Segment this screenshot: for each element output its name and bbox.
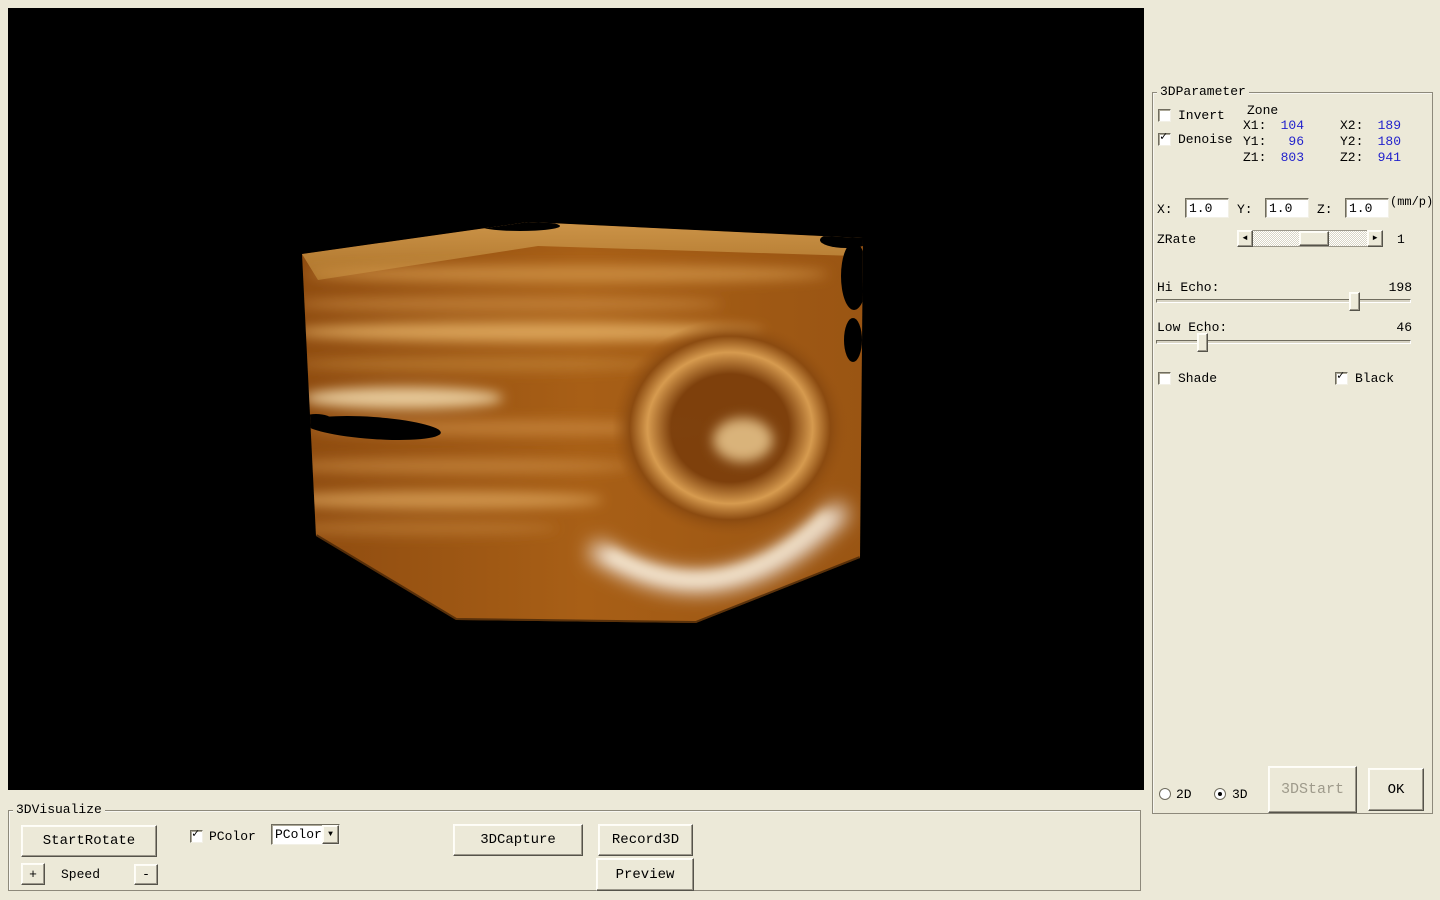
parameter-group-title: 3DParameter [1157,84,1249,99]
invert-label: Invert [1178,108,1225,123]
arrow-right-icon: ► [1373,235,1378,243]
mode-3d-radio[interactable] [1214,788,1226,800]
x-scale-label: X: [1157,202,1173,217]
denoise-label: Denoise [1178,132,1233,147]
mode-2d-radio[interactable] [1159,788,1171,800]
zrate-scrollbar[interactable]: ◄ ► [1237,230,1383,247]
zone-z1-value: 803 [1268,150,1304,165]
mode-2d-label: 2D [1176,787,1192,802]
scale-unit-label: (mm/p) [1390,195,1433,210]
zrate-value: 1 [1397,232,1405,247]
pcolor-checkbox[interactable]: ✓ [190,830,203,843]
hi-echo-slider-track[interactable] [1156,299,1411,303]
start-rotate-button[interactable]: StartRotate [21,825,157,857]
pcolor-checkbox-label: PColor [209,829,256,844]
record-3d-button[interactable]: Record3D [598,824,693,856]
capture-3d-button[interactable]: 3DCapture [453,824,583,856]
zone-x2-label: X2: [1340,118,1363,133]
zrate-scrollbar-thumb[interactable] [1299,231,1329,246]
arrow-left-icon: ◄ [1243,235,1248,243]
y-scale-input[interactable] [1265,198,1309,218]
shade-checkbox[interactable] [1158,372,1171,385]
zrate-scroll-right-button[interactable]: ► [1367,230,1383,247]
zone-y2-value: 180 [1365,134,1401,149]
visualize-groupbox: 3DVisualize StartRotate + Speed - ✓ PCol… [8,810,1141,891]
zrate-scrollbar-track[interactable] [1253,230,1367,247]
invert-checkbox[interactable] [1158,109,1171,122]
pcolor-dropdown-button[interactable]: ▼ [322,825,339,844]
speed-label: Speed [61,867,100,882]
chevron-down-icon: ▼ [328,831,333,839]
zrate-scroll-left-button[interactable]: ◄ [1237,230,1253,247]
zone-label: Zone [1247,103,1278,118]
mode-3d-label: 3D [1232,787,1248,802]
low-echo-slider-thumb[interactable] [1197,333,1208,352]
speed-minus-button[interactable]: - [134,864,158,885]
zone-x1-value: 104 [1268,118,1304,133]
hi-echo-value: 198 [1372,280,1412,295]
ok-button[interactable]: OK [1368,768,1424,811]
zone-z1-label: Z1: [1243,150,1266,165]
parameter-groupbox: 3DParameter Invert ✓ Denoise Zone X1: 10… [1152,92,1433,814]
zone-y1-value: 96 [1268,134,1304,149]
zone-z2-label: Z2: [1340,150,1363,165]
x-scale-input[interactable] [1185,198,1229,218]
preview-button[interactable]: Preview [596,858,694,891]
black-checkbox[interactable]: ✓ [1335,372,1348,385]
visualize-group-title: 3DVisualize [13,802,105,817]
zone-z2-value: 941 [1365,150,1401,165]
check-icon: ✓ [192,827,199,841]
pcolor-select-value: PColor [272,825,322,844]
zone-y2-label: Y2: [1340,134,1363,149]
z-scale-label: Z: [1317,202,1333,217]
z-scale-input[interactable] [1345,198,1389,218]
ultrasound-volume-render [8,8,1144,790]
zone-x1-label: X1: [1243,118,1266,133]
render-viewport[interactable] [8,8,1144,790]
shade-label: Shade [1178,371,1217,386]
pcolor-select[interactable]: PColor ▼ [271,824,340,845]
low-echo-label: Low Echo: [1157,320,1227,335]
radio-dot-icon [1218,792,1222,796]
low-echo-slider-track[interactable] [1156,340,1411,344]
low-echo-value: 46 [1372,320,1412,335]
start3d-button[interactable]: 3DStart [1268,766,1357,813]
denoise-checkbox[interactable]: ✓ [1158,133,1171,146]
hi-echo-slider-thumb[interactable] [1349,292,1360,311]
zrate-label: ZRate [1157,232,1196,247]
check-icon: ✓ [1160,130,1167,144]
zone-y1-label: Y1: [1243,134,1266,149]
zone-x2-value: 189 [1365,118,1401,133]
black-label: Black [1355,371,1394,386]
speed-plus-button[interactable]: + [21,863,45,885]
check-icon: ✓ [1337,369,1344,383]
y-scale-label: Y: [1237,202,1253,217]
hi-echo-label: Hi Echo: [1157,280,1219,295]
